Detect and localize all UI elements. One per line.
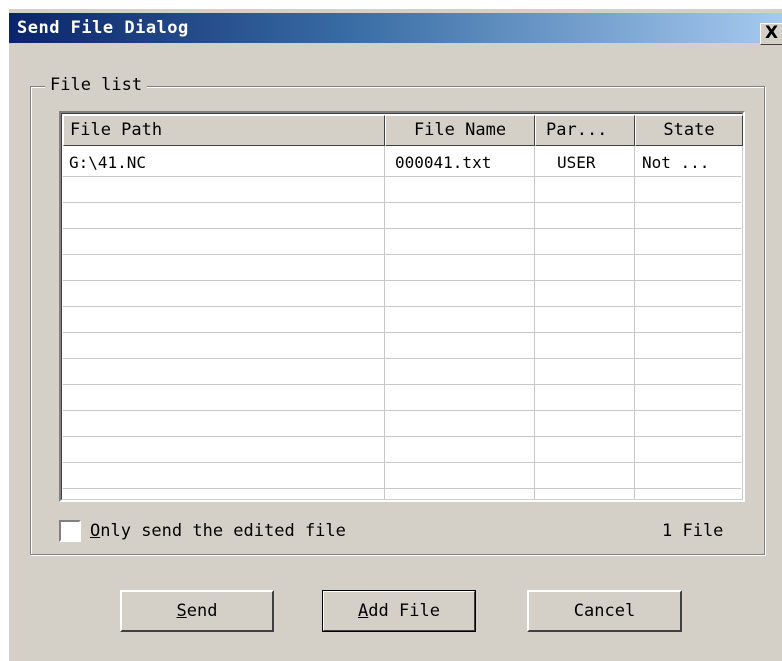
label-rest: end	[186, 601, 218, 621]
column-divider	[384, 146, 385, 499]
row-divider	[63, 436, 741, 437]
only-edited-label[interactable]: Only send the edited file	[90, 521, 346, 541]
row-divider	[63, 358, 741, 359]
column-divider	[634, 146, 635, 499]
window-title: Send File Dialog	[17, 18, 189, 38]
group-label: File list	[45, 75, 148, 95]
cell-state: Not ...	[642, 153, 710, 172]
mnemonic: O	[90, 521, 101, 541]
column-divider	[742, 146, 743, 499]
close-button[interactable]: X	[760, 23, 782, 45]
row-divider	[63, 254, 741, 255]
file-list-body: File Path File Name Par... State G:\41.N…	[61, 113, 743, 500]
row-divider	[63, 462, 741, 463]
close-icon: X	[764, 23, 779, 43]
cell-file-path: G:\41.NC	[69, 153, 147, 172]
send-button[interactable]: Send	[120, 590, 274, 632]
row-divider	[63, 332, 741, 333]
file-count: 1 File	[662, 521, 724, 541]
mnemonic: S	[176, 601, 187, 621]
row-divider	[63, 176, 741, 177]
row-divider	[63, 306, 741, 307]
column-divider	[534, 146, 535, 499]
only-edited-checkbox[interactable]	[59, 520, 81, 542]
row-divider	[63, 202, 741, 203]
cancel-button[interactable]: Cancel	[527, 590, 682, 632]
cell-file-name: 000041.txt	[395, 153, 492, 172]
title-bar: Send File Dialog X	[9, 13, 782, 45]
row-divider	[63, 280, 741, 281]
label-rest: dd File	[368, 601, 440, 621]
cell-par: USER	[557, 153, 596, 172]
mnemonic: A	[358, 601, 369, 621]
label-rest: nly send the edited file	[100, 521, 346, 541]
column-header-file-name[interactable]: File Name	[385, 115, 535, 146]
file-list-view[interactable]: File Path File Name Par... State G:\41.N…	[59, 111, 745, 502]
row-divider	[63, 488, 741, 489]
row-divider	[63, 384, 741, 385]
row-divider	[63, 228, 741, 229]
column-header-file-path[interactable]: File Path	[63, 115, 385, 146]
column-header-state[interactable]: State	[635, 115, 743, 146]
column-header-par[interactable]: Par...	[535, 115, 635, 146]
row-divider	[63, 410, 741, 411]
add-file-button[interactable]: Add File	[322, 590, 476, 632]
